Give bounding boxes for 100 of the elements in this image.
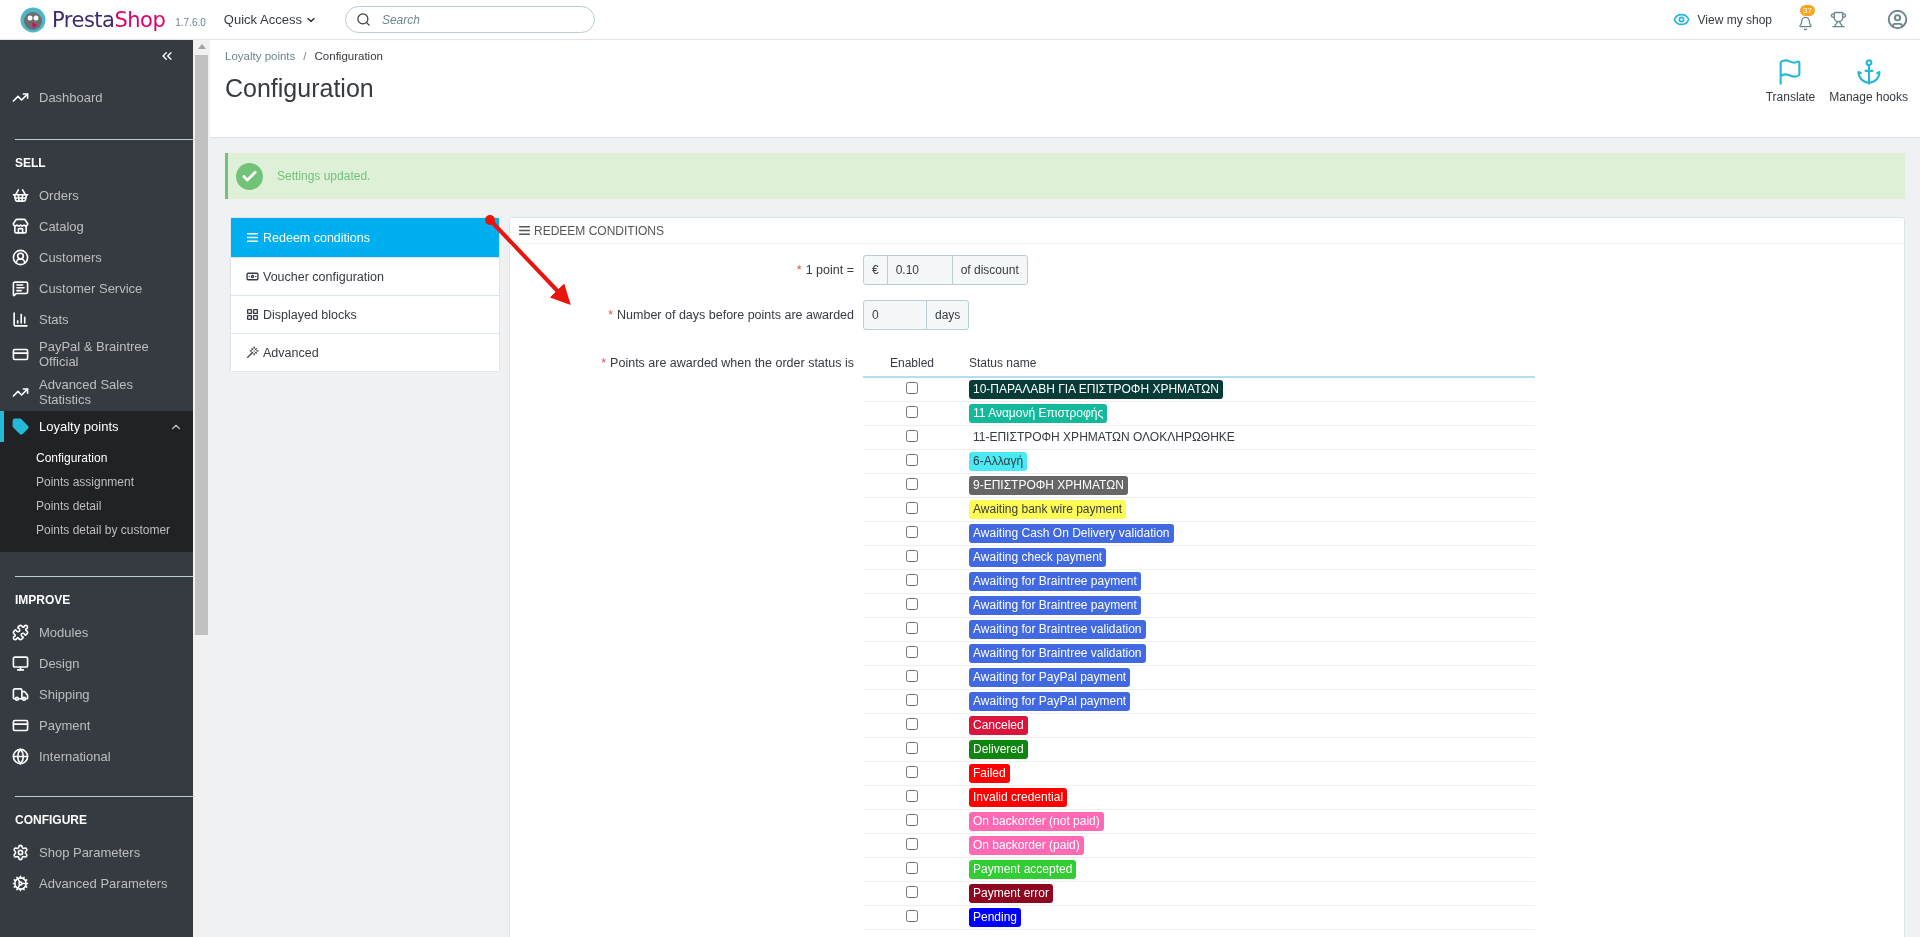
checkbox[interactable] bbox=[906, 669, 918, 682]
required-mark: * bbox=[601, 356, 607, 370]
status-label: Delivered bbox=[969, 739, 1028, 759]
checkbox[interactable] bbox=[906, 381, 918, 394]
checkbox[interactable] bbox=[906, 549, 918, 562]
menu-icon bbox=[12, 311, 29, 328]
sidebar-item[interactable]: Shop Parameters bbox=[15, 837, 193, 868]
tab[interactable]: Advanced bbox=[231, 333, 499, 371]
status-label: Canceled bbox=[969, 715, 1028, 735]
sidebar-item[interactable]: Customers bbox=[15, 242, 193, 273]
checkbox[interactable] bbox=[906, 453, 918, 466]
checkbox[interactable] bbox=[906, 645, 918, 658]
submenu-item[interactable]: Points assignment bbox=[36, 470, 193, 494]
unit-addon: of discount bbox=[951, 255, 1028, 285]
wand-icon bbox=[246, 346, 259, 359]
column-header: Status name bbox=[961, 356, 1535, 377]
submenu-item[interactable]: Points detail bbox=[36, 494, 193, 518]
sidebar-item[interactable]: Catalog bbox=[15, 211, 193, 242]
logo-icon bbox=[20, 6, 46, 33]
menu-icon bbox=[12, 249, 29, 266]
sidebar-item[interactable]: Orders bbox=[15, 180, 193, 211]
currency-addon: € bbox=[863, 255, 888, 285]
status-label: Awaiting bank wire payment bbox=[969, 499, 1127, 519]
field-label: Points are awarded when the order status is bbox=[610, 356, 854, 370]
checkbox[interactable] bbox=[906, 885, 918, 898]
view-shop-link[interactable]: View my shop bbox=[1672, 11, 1772, 28]
checkbox[interactable] bbox=[906, 501, 918, 514]
menu-icon bbox=[12, 218, 29, 235]
checkbox[interactable] bbox=[906, 909, 918, 922]
status-label: Payment error bbox=[969, 883, 1054, 903]
list-icon bbox=[518, 224, 531, 237]
page-title: Configuration bbox=[225, 74, 375, 103]
user-icon[interactable] bbox=[1887, 9, 1908, 30]
checkbox[interactable] bbox=[906, 789, 918, 802]
checkbox[interactable] bbox=[906, 429, 918, 442]
input-field[interactable]: 0.10 bbox=[886, 255, 953, 285]
sidebar-item[interactable]: Stats bbox=[15, 304, 193, 335]
status-label: Awaiting for PayPal payment bbox=[969, 691, 1131, 711]
status-label: Awaiting Cash On Delivery validation bbox=[969, 523, 1174, 543]
banknote-icon bbox=[246, 270, 259, 283]
status-label: 11 Αναμονή Επιστροφής bbox=[969, 403, 1108, 423]
sidebar-item[interactable]: Payment bbox=[15, 710, 193, 741]
menu-icon bbox=[12, 418, 29, 435]
status-label: 9-ΕΠΙΣΤΡΟΦΗ ΧΡΗΜΑΤΩΝ bbox=[969, 475, 1128, 495]
menu-icon bbox=[12, 280, 29, 297]
status-label: Awaiting for PayPal payment bbox=[969, 667, 1131, 687]
bell-icon bbox=[1797, 15, 1813, 31]
field-label: 1 point = bbox=[805, 263, 854, 277]
checkbox[interactable] bbox=[906, 861, 918, 874]
submenu-item[interactable]: Points detail by customer bbox=[36, 518, 193, 542]
sidebar-item[interactable]: Customer Service bbox=[15, 273, 193, 304]
sidebar-item[interactable]: Advanced Parameters bbox=[15, 868, 193, 899]
status-label: Awaiting for Braintree payment bbox=[969, 571, 1141, 591]
field-label: Number of days before points are awarded bbox=[617, 308, 854, 322]
checkbox[interactable] bbox=[906, 765, 918, 778]
checkbox[interactable] bbox=[906, 693, 918, 706]
breadcrumb-link[interactable]: Loyalty points bbox=[225, 50, 296, 62]
sidebar-item[interactable]: Design bbox=[15, 648, 193, 679]
input-field[interactable]: 0 bbox=[863, 300, 927, 330]
grid-icon bbox=[246, 308, 259, 321]
status-label: Payment accepted bbox=[969, 859, 1077, 879]
checkbox[interactable] bbox=[906, 837, 918, 850]
toolbar-button[interactable]: Manage hooks bbox=[1829, 58, 1908, 104]
checkbox[interactable] bbox=[906, 621, 918, 634]
trophy-icon[interactable] bbox=[1830, 11, 1847, 28]
status-label: Awaiting for Braintree payment bbox=[969, 595, 1141, 615]
checkbox[interactable] bbox=[906, 741, 918, 754]
sidebar-item[interactable]: Dashboard bbox=[0, 82, 193, 113]
notification-count: 37 bbox=[1800, 4, 1815, 16]
menu-icon bbox=[12, 875, 29, 892]
sidebar-item[interactable]: Modules bbox=[15, 617, 193, 648]
quick-access-dropdown[interactable]: Quick Access bbox=[223, 12, 317, 27]
checkbox[interactable] bbox=[906, 597, 918, 610]
sidebar-item[interactable]: Shipping bbox=[15, 679, 193, 710]
sidebar-item[interactable]: International bbox=[15, 741, 193, 772]
checkbox[interactable] bbox=[906, 477, 918, 490]
checkbox[interactable] bbox=[906, 405, 918, 418]
required-mark: * bbox=[608, 308, 614, 322]
eye-icon bbox=[1672, 11, 1690, 28]
toolbar-button[interactable]: Translate bbox=[1765, 58, 1816, 104]
status-label: On backorder (paid) bbox=[969, 835, 1084, 855]
submenu-item[interactable]: Configuration bbox=[36, 446, 193, 470]
search-field[interactable]: Search bbox=[344, 6, 595, 33]
checkbox[interactable] bbox=[906, 813, 918, 826]
status-label: 11-ΕΠΙΣΤΡΟΦΗ ΧΡΗΜΑΤΩΝ ΟΛΟΚΛΗΡΩΘΗΚΕ bbox=[972, 428, 1236, 446]
alert-message: Settings updated. bbox=[277, 169, 371, 183]
sidebar-item[interactable]: Loyalty points bbox=[0, 411, 193, 442]
menu-icon bbox=[12, 187, 29, 204]
checkbox[interactable] bbox=[906, 573, 918, 586]
required-mark: * bbox=[796, 263, 802, 277]
section-title: IMPROVE bbox=[15, 592, 72, 609]
status-label: Pending bbox=[969, 907, 1022, 927]
unit-addon: days bbox=[926, 300, 970, 330]
anchor-icon bbox=[1854, 58, 1883, 86]
checkbox[interactable] bbox=[906, 525, 918, 538]
sidebar-item[interactable]: Advanced Sales Statistics bbox=[15, 373, 193, 411]
menu-icon bbox=[12, 655, 29, 672]
sidebar-item[interactable]: PayPal & Braintree Official bbox=[15, 335, 193, 373]
status-label: Awaiting for Braintree validation bbox=[969, 619, 1146, 639]
checkbox[interactable] bbox=[906, 717, 918, 730]
